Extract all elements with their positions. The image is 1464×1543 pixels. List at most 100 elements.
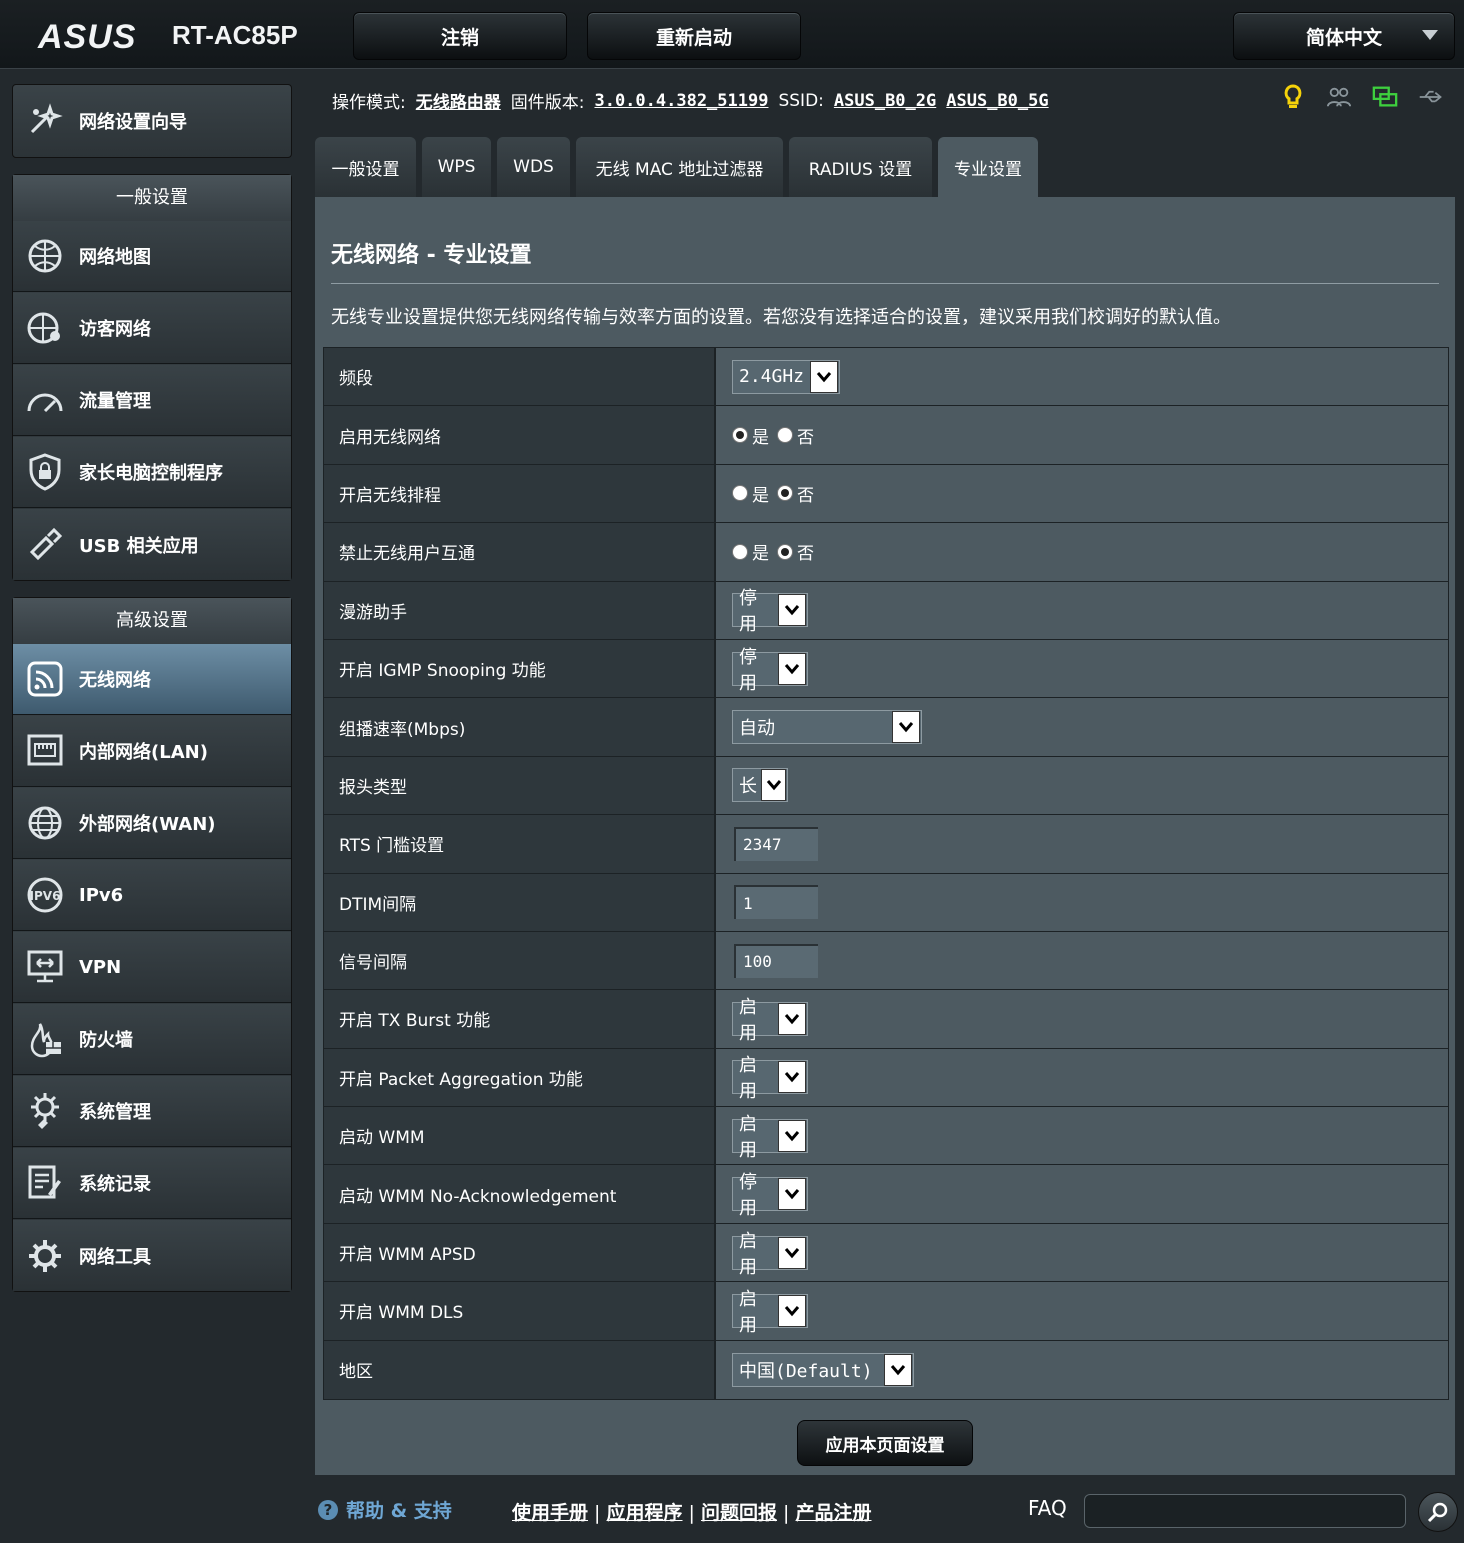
radio-label: 否 (797, 485, 814, 506)
setting-row: 启动 WMM No-Acknowledgement 停用 (324, 1165, 1448, 1224)
setting-select[interactable]: 长 (732, 768, 788, 803)
setting-select[interactable]: 中国(Default) (732, 1352, 914, 1387)
link-manual[interactable]: 使用手册 (512, 1502, 588, 1524)
internet-connected-icon[interactable] (1372, 84, 1398, 110)
setting-select[interactable]: 停用 (732, 1172, 808, 1219)
notification-bulb-icon[interactable] (1280, 84, 1306, 110)
radio-yes[interactable]: 是 (732, 539, 769, 564)
setting-label: 信号间隔 (324, 931, 716, 990)
sidebar-item-vpn[interactable]: VPN (13, 932, 291, 1003)
sidebar-item-network-tools[interactable]: 网络工具 (13, 1220, 291, 1291)
radio-dot (777, 427, 793, 444)
tab-radius[interactable]: RADIUS 设置 (789, 137, 932, 197)
setting-select[interactable]: 2.4GHz (732, 359, 840, 394)
link-register[interactable]: 产品注册 (796, 1502, 872, 1524)
sidebar-item-system-log[interactable]: 系统记录 (13, 1148, 291, 1219)
radio-no[interactable]: 否 (777, 539, 814, 564)
setting-row: 开启 IGMP Snooping 功能 停用 (324, 639, 1448, 699)
mode-link[interactable]: 无线路由器 (416, 88, 501, 113)
sidebar-item-guest-network[interactable]: 访客网络 (13, 293, 291, 364)
setting-row: 启用无线网络是否 (324, 406, 1448, 465)
sidebar-item-lan[interactable]: 内部网络(LAN) (13, 716, 291, 787)
setting-label: 频段 (324, 348, 716, 406)
sidebar-item-network-map[interactable]: 网络地图 (13, 221, 291, 292)
tab-professional[interactable]: 专业设置 (938, 137, 1038, 197)
setting-select[interactable]: 自动 (732, 710, 922, 745)
wireless-icon (25, 659, 65, 699)
sidebar-item-label: 访客网络 (79, 319, 151, 340)
sidebar-item-label: 无线网络 (79, 670, 151, 691)
setting-input[interactable]: 100 (734, 943, 818, 978)
sidebar-item-traffic-manager[interactable]: 流量管理 (13, 365, 291, 436)
sidebar-item-usb-application[interactable]: USB 相关应用 (13, 509, 291, 580)
setting-value: 是否 (716, 406, 1448, 464)
radio-no[interactable]: 否 (777, 481, 814, 506)
tab-wds[interactable]: WDS (497, 137, 570, 197)
setting-label: 开启无线排程 (324, 464, 716, 523)
sidebar-item-parental-controls[interactable]: 家长电脑控制程序 (13, 437, 291, 508)
setting-input[interactable]: 2347 (734, 826, 818, 861)
setup-wizard[interactable]: 网络设置向导 (12, 84, 292, 158)
chevron-down-icon (778, 1061, 806, 1094)
general-settings-title: 一般设置 (13, 175, 291, 222)
tab-mac-filter[interactable]: 无线 MAC 地址过滤器 (576, 137, 783, 197)
firmware-link[interactable]: 3.0.0.4.382_51199 (594, 91, 768, 111)
radio-yes[interactable]: 是 (732, 423, 769, 448)
setting-select[interactable]: 启用 (732, 1289, 808, 1336)
ssid-2g-link[interactable]: ASUS_B0_2G (834, 91, 936, 111)
setting-value: 启用 (716, 990, 1448, 1048)
setting-value: 停用 (716, 1165, 1448, 1223)
select-value: 启用 (739, 996, 757, 1044)
setting-value: 长 (716, 756, 1448, 815)
top-bar: ASUS RT-AC85P 注销 重新启动 简体中文 (0, 0, 1464, 69)
clients-icon[interactable] (1326, 84, 1352, 110)
firewall-flame-icon (25, 1019, 65, 1059)
setting-row: 禁止无线用户互通是否 (324, 523, 1448, 582)
setting-row: 信号间隔 100 (324, 931, 1448, 991)
sidebar-item-label: 系统管理 (79, 1102, 151, 1123)
sidebar-item-wan[interactable]: 外部网络(WAN) (13, 788, 291, 859)
apply-button[interactable]: 应用本页面设置 (797, 1420, 973, 1466)
sidebar-item-wireless[interactable]: 无线网络 (13, 644, 291, 715)
setting-select[interactable]: 启用 (732, 1114, 808, 1161)
page-title: 无线网络 - 专业设置 (331, 243, 532, 268)
chevron-down-icon (892, 711, 920, 744)
language-select[interactable]: 简体中文 (1233, 12, 1455, 60)
tab-wps[interactable]: WPS (422, 137, 491, 197)
sidebar-item-administration[interactable]: 系统管理 (13, 1076, 291, 1147)
setting-value: 是否 (716, 523, 1448, 581)
setting-select[interactable]: 停用 (732, 647, 808, 694)
link-utility[interactable]: 应用程序 (607, 1502, 683, 1524)
radio-label: 是 (752, 485, 769, 506)
link-feedback[interactable]: 问题回报 (701, 1502, 777, 1524)
setting-row: 开启 TX Burst 功能 启用 (324, 990, 1448, 1049)
select-value: 停用 (739, 1172, 757, 1220)
sidebar-item-ipv6[interactable]: IPV6 IPv6 (13, 860, 291, 931)
reboot-button[interactable]: 重新启动 (587, 12, 801, 60)
sidebar-item-firewall[interactable]: 防火墙 (13, 1004, 291, 1075)
setting-select[interactable]: 启用 (732, 1055, 808, 1102)
setting-label: 漫游助手 (324, 581, 716, 639)
settings-table: 频段 2.4GHz 启用无线网络是否开启无线排程是否禁止无线用户互通是否漫游助手 停用… (323, 347, 1449, 1401)
logout-button[interactable]: 注销 (353, 12, 567, 60)
radio-yes[interactable]: 是 (732, 481, 769, 506)
setting-input[interactable]: 1 (734, 885, 818, 920)
search-button[interactable] (1418, 1492, 1458, 1532)
sidebar-item-label: 防火墙 (79, 1030, 133, 1051)
firmware-label: 固件版本: (510, 93, 585, 113)
faq-search-input[interactable] (1084, 1494, 1406, 1528)
radio-no[interactable]: 否 (777, 423, 814, 448)
chevron-down-icon (1422, 30, 1438, 40)
help-support[interactable]: ? 帮助 & 支持 (318, 1496, 452, 1523)
question-icon: ? (318, 1499, 338, 1520)
tab-general[interactable]: 一般设置 (315, 137, 416, 197)
speedometer-icon (25, 380, 65, 420)
setting-label: 开启 WMM DLS (324, 1282, 716, 1340)
ssid-5g-link[interactable]: ASUS_B0_5G (946, 91, 1048, 111)
chevron-down-icon (810, 360, 838, 393)
setting-select[interactable]: 启用 (732, 997, 808, 1044)
usb-icon[interactable] (1418, 84, 1444, 110)
vpn-monitor-icon (25, 947, 65, 987)
setting-select[interactable]: 启用 (732, 1231, 808, 1278)
setting-select[interactable]: 停用 (732, 588, 808, 635)
